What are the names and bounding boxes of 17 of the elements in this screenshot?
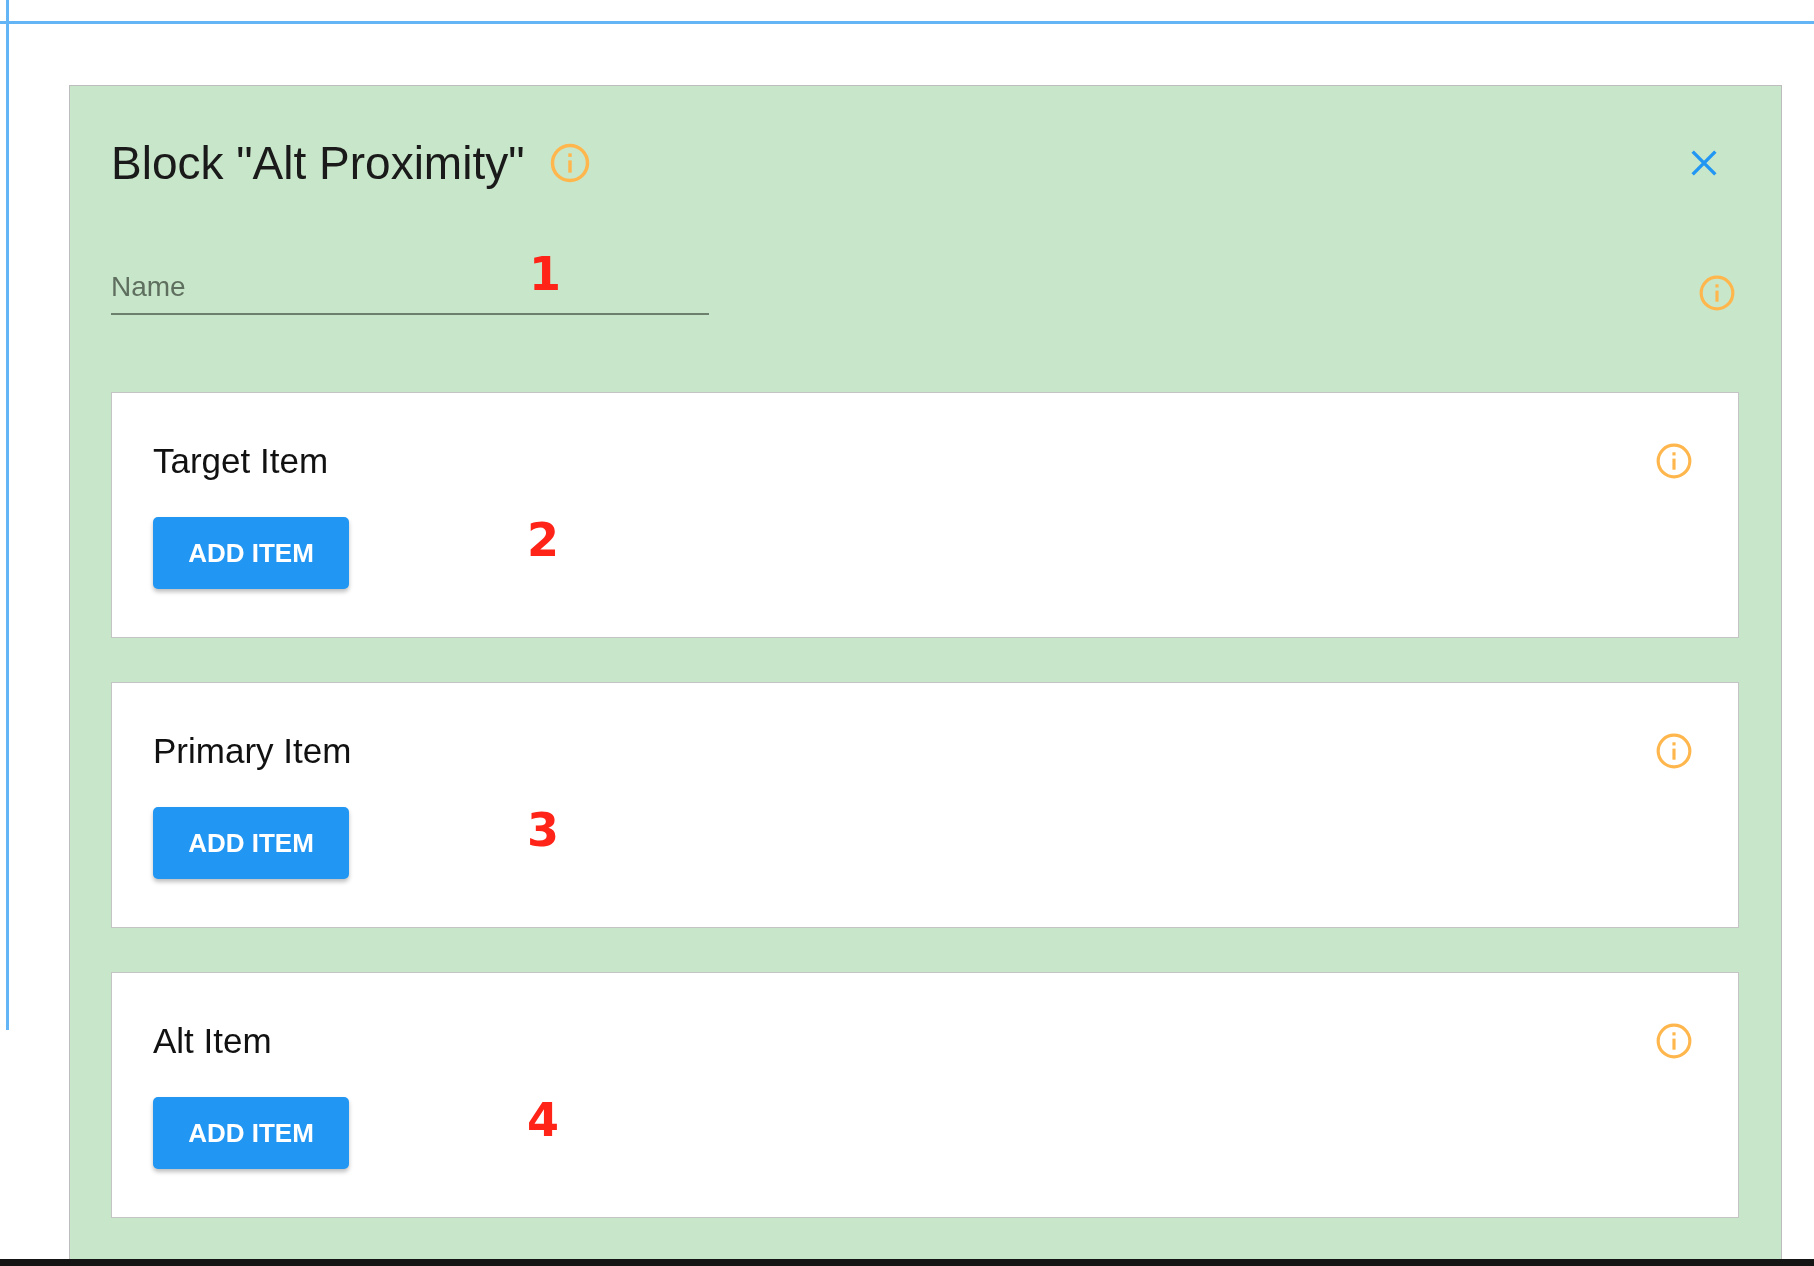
add-item-button[interactable]: ADD ITEM <box>153 1097 349 1169</box>
annotation-number: 4 <box>527 1093 559 1147</box>
section-title: Primary Item <box>153 731 352 771</box>
dialog-title: Block "Alt Proximity" <box>111 136 525 190</box>
add-item-button[interactable]: ADD ITEM <box>153 517 349 589</box>
section-title: Target Item <box>153 441 329 481</box>
add-item-button[interactable]: ADD ITEM <box>153 807 349 879</box>
annotation-number: 1 <box>529 251 561 297</box>
info-icon[interactable] <box>1655 732 1693 770</box>
info-icon[interactable] <box>548 142 591 184</box>
name-field[interactable]: Name <box>111 263 521 315</box>
info-icon[interactable] <box>1655 442 1693 480</box>
info-icon[interactable] <box>1698 274 1736 312</box>
section-title: Alt Item <box>153 1021 272 1061</box>
annotation-number: 2 <box>527 513 559 567</box>
annotation-number: 3 <box>527 803 559 857</box>
info-icon[interactable] <box>1655 1022 1693 1060</box>
